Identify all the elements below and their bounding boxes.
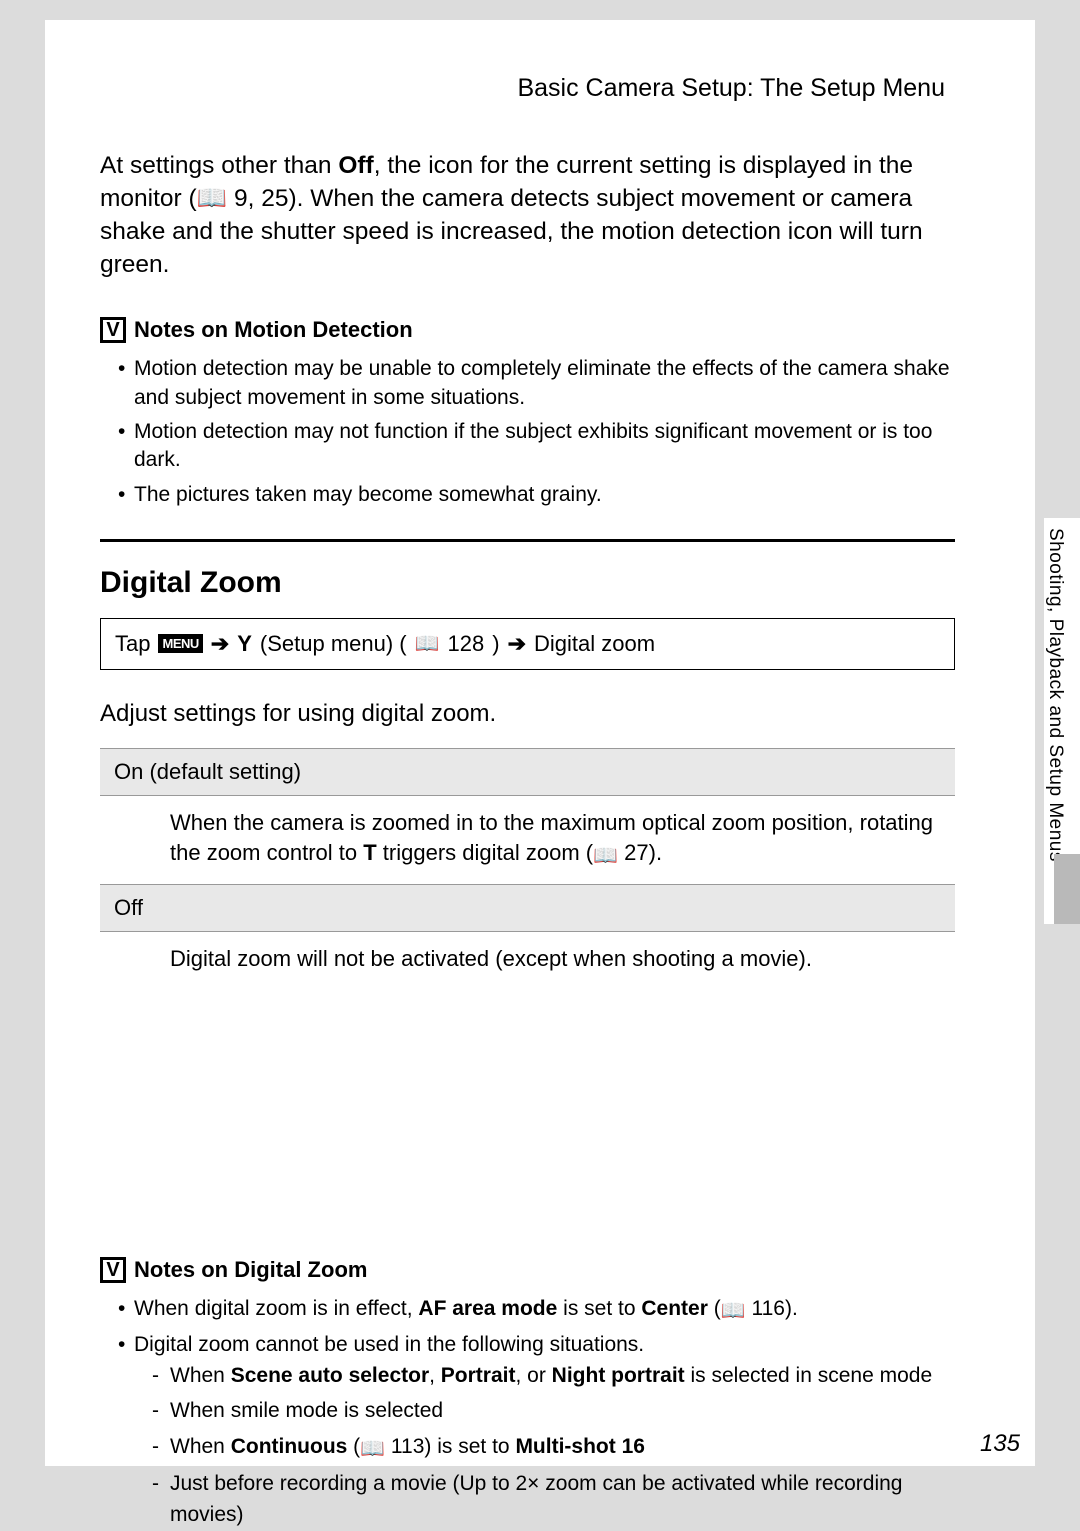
t: ) is set to: [424, 1435, 515, 1458]
notes-list: When digital zoom is in effect, AF area …: [100, 1295, 955, 1530]
t: When: [170, 1364, 231, 1387]
nav-ref: 128: [448, 631, 485, 657]
sub-item: Just before recording a movie (Up to 2× …: [152, 1468, 955, 1531]
sub-item: When Continuous (📖 113) is set to Multi-…: [152, 1431, 955, 1464]
sidebar-tab: [1054, 854, 1080, 924]
caution-icon: V: [100, 317, 126, 343]
nav-setup-label: (Setup menu) (: [260, 631, 407, 657]
t: When digital zoom is in effect,: [134, 1297, 418, 1320]
note-item: When digital zoom is in effect, AF area …: [118, 1295, 955, 1325]
t: Portrait: [441, 1364, 516, 1387]
sub-item: When Scene auto selector, Portrait, or N…: [152, 1360, 955, 1392]
t: Center: [641, 1297, 708, 1320]
notes-title-row: V Notes on Motion Detection: [100, 317, 955, 343]
t: Multi-shot 16: [515, 1435, 645, 1458]
notes-motion-detection: V Notes on Motion Detection Motion detec…: [100, 317, 955, 509]
opt-bold: T: [363, 840, 376, 865]
nav-end: ): [492, 631, 499, 657]
book-icon: 📖: [721, 1298, 746, 1325]
opt-text: triggers digital zoom (: [383, 840, 593, 865]
setup-icon: Y: [237, 631, 252, 657]
sidebar-text: Shooting, Playback and Setup Menus: [1044, 518, 1072, 862]
book-icon: 📖: [360, 1434, 385, 1464]
t: When: [170, 1435, 231, 1458]
page-header: Basic Camera Setup: The Setup Menu: [100, 74, 955, 103]
notes-title-row: V Notes on Digital Zoom: [100, 1257, 955, 1283]
t: 116: [751, 1297, 784, 1320]
t: 113: [391, 1435, 424, 1458]
para1-bold: Off: [338, 152, 373, 179]
section-divider: [100, 539, 955, 542]
t: AF area mode: [418, 1297, 557, 1320]
book-icon: 📖: [415, 631, 440, 656]
note-item: The pictures taken may become somewhat g…: [118, 481, 955, 509]
section-description: Adjust settings for using digital zoom.: [100, 700, 955, 728]
t: Continuous: [231, 1435, 348, 1458]
t: is set to: [563, 1297, 641, 1320]
book-icon: 📖: [593, 843, 618, 870]
t: Night portrait: [552, 1364, 685, 1387]
t: (: [347, 1435, 360, 1458]
option-row-body: Digital zoom will not be activated (exce…: [100, 931, 955, 987]
notes-title-text: Notes on Motion Detection: [134, 317, 413, 343]
sub-list: When Scene auto selector, Portrait, or N…: [134, 1360, 955, 1531]
options-table: On (default setting) When the camera is …: [100, 748, 955, 987]
nav-tap: Tap: [115, 631, 150, 657]
t: (: [714, 1297, 721, 1320]
nav-target: Digital zoom: [534, 631, 655, 657]
t: Scene auto selector: [231, 1364, 429, 1387]
arrow-icon: ➔: [508, 631, 526, 657]
section-title: Digital Zoom: [100, 566, 955, 600]
option-row-header: Off: [100, 884, 955, 931]
note-item: Motion detection may be unable to comple…: [118, 355, 955, 412]
option-name: On (default setting): [100, 748, 955, 795]
notes-title-text: Notes on Digital Zoom: [134, 1257, 367, 1283]
notes-list: Motion detection may be unable to comple…: [100, 355, 955, 509]
arrow-icon: ➔: [211, 631, 229, 657]
intro-paragraph: At settings other than Off, the icon for…: [100, 149, 955, 281]
note-item: Motion detection may not function if the…: [118, 418, 955, 475]
notes-digital-zoom: V Notes on Digital Zoom When digital zoo…: [100, 1257, 955, 1530]
t: Digital zoom cannot be used in the follo…: [134, 1333, 644, 1356]
sub-item: When smile mode is selected: [152, 1395, 955, 1427]
page-number: 135: [980, 1430, 1020, 1458]
t: ,: [429, 1364, 441, 1387]
option-body: When the camera is zoomed in to the maxi…: [100, 795, 955, 884]
option-row-body: When the camera is zoomed in to the maxi…: [100, 795, 955, 884]
para1-pre: At settings other than: [100, 152, 338, 179]
t: ).: [785, 1297, 798, 1320]
option-row-header: On (default setting): [100, 748, 955, 795]
t: is selected in scene mode: [685, 1364, 932, 1387]
opt-text: ).: [649, 840, 662, 865]
caution-icon: V: [100, 1257, 126, 1283]
navigation-path-box: Tap MENU ➔ Y (Setup menu) ( 📖 128) ➔ Digi…: [100, 618, 955, 670]
menu-badge-icon: MENU: [158, 634, 202, 653]
option-name: Off: [100, 884, 955, 931]
option-body: Digital zoom will not be activated (exce…: [100, 931, 955, 987]
note-item: Digital zoom cannot be used in the follo…: [118, 1331, 955, 1530]
opt-ref: 27: [624, 840, 648, 865]
t: , or: [515, 1364, 551, 1387]
